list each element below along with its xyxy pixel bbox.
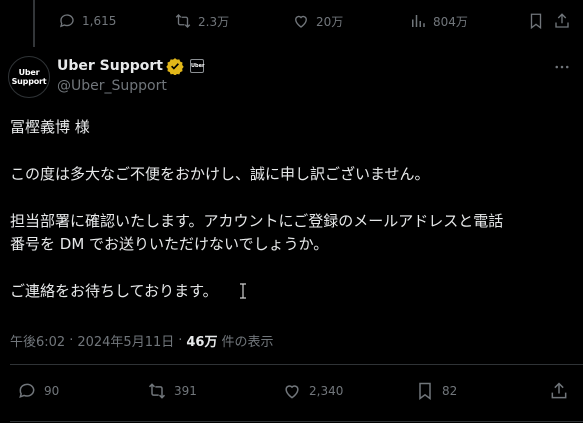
views-count: 804万 [433, 14, 468, 29]
tweet-time[interactable]: 午後6:02 [10, 331, 65, 350]
reply-icon [19, 383, 35, 399]
bookmark-button[interactable] [527, 11, 545, 31]
views-button[interactable]: 804万 [409, 11, 468, 31]
tweet-text-line: 冨樫義博 様 [10, 118, 90, 136]
meta-separator: · [69, 333, 74, 348]
share-button[interactable] [549, 381, 569, 401]
avatar-text-line1: Uber [18, 68, 40, 77]
user-handle[interactable]: @Uber_Support [57, 78, 167, 94]
retweet-button[interactable]: 2.3万 [174, 11, 229, 31]
tweet-text-line: 番号を DM でお送りいただけないでしょうか。 [10, 235, 329, 253]
heart-icon [285, 385, 299, 399]
avatar[interactable]: Uber Support [8, 56, 50, 98]
views-number: 46万 [186, 335, 218, 350]
reply-count: 1,615 [82, 14, 117, 28]
like-count: 20万 [316, 14, 344, 29]
affiliate-badge[interactable]: Uber [189, 59, 204, 73]
reply-count: 90 [44, 384, 60, 398]
heart-icon [295, 15, 307, 28]
text-cursor-icon [240, 283, 246, 299]
like-count: 2,340 [309, 384, 344, 398]
reply-button[interactable]: 90 [17, 381, 59, 401]
retweet-icon [148, 383, 166, 399]
bookmark-count: 82 [442, 384, 458, 398]
tweet-meta: 午後6:02 · 2024年5月11日 · 46万 件の表示 [10, 331, 274, 350]
divider [10, 421, 583, 422]
avatar-text-line2: Support [11, 77, 47, 86]
reply-icon [59, 14, 74, 28]
tweet-text-line: ご連絡をお待ちしております。 [10, 282, 218, 300]
bookmark-icon [530, 13, 542, 30]
retweet-count: 391 [174, 384, 197, 398]
reply-button[interactable]: 1,615 [58, 11, 116, 31]
bookmark-icon [419, 382, 431, 400]
display-name[interactable]: Uber Support [57, 58, 163, 74]
meta-separator: · [178, 333, 183, 348]
tweet-body: 冨樫義博 様 この度は多大なご不便をおかけし、誠に申し訳ございません。 担当部署… [10, 116, 575, 303]
share-icon [555, 13, 569, 28]
retweet-count: 2.3万 [198, 14, 230, 29]
bookmark-button[interactable]: 82 [415, 381, 457, 401]
tweet-header: Uber Support Uber Support Uber @Uber_Sup… [0, 50, 583, 100]
share-icon [551, 382, 567, 399]
name-row: Uber Support Uber [57, 56, 204, 76]
views-label: 件の表示 [221, 335, 274, 350]
tweet-text-line: この度は多大なご不便をおかけし、誠に申し訳ございません。 [10, 165, 430, 183]
share-button[interactable] [553, 11, 571, 31]
like-button[interactable]: 20万 [292, 11, 343, 31]
tweet-date[interactable]: 2024年5月11日 [77, 331, 174, 350]
retweet-icon [175, 14, 191, 28]
previous-tweet-action-bar: 1,615 2.3万 20万 804万 [0, 0, 583, 44]
analytics-icon [412, 15, 425, 27]
more-options-icon[interactable] [553, 58, 571, 76]
verified-badge-icon [166, 58, 184, 75]
retweet-button[interactable]: 391 [147, 381, 197, 401]
like-button[interactable]: 2,340 [282, 381, 343, 401]
tweet-text-line: 担当部署に確認いたします。アカウントにご登録のメールアドレスと電話 [10, 212, 504, 230]
divider [10, 364, 583, 365]
